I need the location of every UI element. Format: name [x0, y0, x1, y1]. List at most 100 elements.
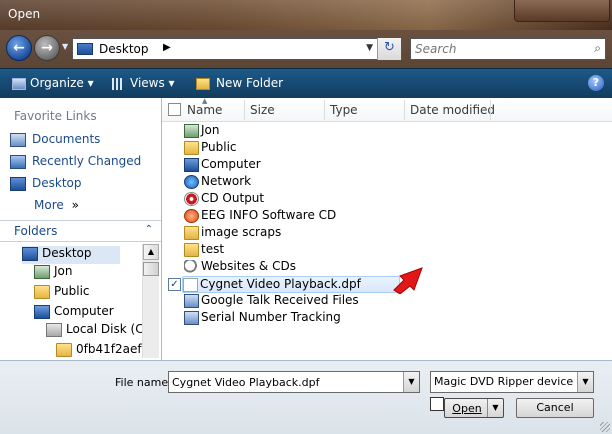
command-toolbar: Organize ▾ Views ▾ New Folder ? — [0, 68, 612, 98]
file-name: test — [201, 242, 225, 256]
file-row-network[interactable]: Network — [184, 174, 251, 191]
cancel-button[interactable]: Cancel — [516, 398, 594, 418]
views-icon — [112, 77, 124, 90]
favorite-desktop[interactable]: Desktop — [10, 176, 82, 194]
folders-title: Folders — [14, 224, 58, 238]
file-row-test[interactable]: test — [184, 242, 224, 259]
file-row-cygnet-video-playback[interactable]: Cygnet Video Playback.dpf — [182, 276, 400, 293]
desktop-icon — [10, 176, 26, 191]
address-dropdown-icon[interactable]: ▼ — [366, 43, 373, 53]
file-row-image-scraps[interactable]: image scraps — [184, 225, 281, 242]
file-name-input[interactable] — [169, 372, 399, 392]
file-name: CD Output — [201, 191, 265, 205]
file-row-google-talk[interactable]: Google Talk Received Files — [184, 293, 359, 310]
folders-scrollbar[interactable]: ▲ — [142, 244, 159, 358]
tree-item-computer[interactable]: Computer — [34, 304, 114, 322]
folder-icon — [184, 225, 199, 240]
tree-item-desktop[interactable]: Desktop — [22, 246, 120, 264]
breadcrumb-desktop[interactable]: Desktop — [99, 42, 149, 56]
file-name: Websites & CDs — [201, 259, 296, 273]
tree-label: 0fb41f2aef59 — [76, 342, 142, 356]
computer-icon — [184, 157, 199, 172]
file-name: Serial Number Tracking — [201, 310, 341, 324]
title-bar: Open — [0, 0, 612, 30]
file-name-label: File name: — [115, 376, 172, 389]
address-bar-row: ← → ▼ Desktop ▶ ▼ ↻ ⌕ — [0, 30, 612, 68]
file-list-pane: ▲ Name Size Type Date modified Jon Publi… — [162, 97, 612, 360]
tree-item-local-disk[interactable]: Local Disk (C:) — [46, 322, 152, 340]
favorite-recently-changed[interactable]: Recently Changed — [10, 154, 141, 172]
new-folder-icon — [196, 77, 210, 90]
file-row-cd-output[interactable]: CD Output — [184, 191, 264, 208]
tree-label: Desktop — [42, 246, 92, 260]
file-row-computer[interactable]: Computer — [184, 157, 261, 174]
search-folder-icon — [184, 259, 199, 274]
tree-item-folder[interactable]: 0fb41f2aef59 — [56, 342, 142, 360]
user-icon — [34, 264, 50, 279]
search-box[interactable]: ⌕ — [410, 38, 606, 60]
open-button[interactable]: Open ▼ — [444, 398, 504, 418]
breadcrumb-chevron-icon[interactable]: ▶ — [163, 42, 171, 53]
favorite-label: Recently Changed — [32, 154, 142, 168]
column-divider[interactable] — [404, 100, 405, 120]
views-menu[interactable]: Views ▾ — [112, 76, 175, 90]
column-name[interactable]: Name — [187, 103, 222, 117]
organize-label: Organize ▾ — [30, 76, 94, 90]
tree-item-jon[interactable]: Jon — [34, 264, 73, 282]
user-icon — [184, 123, 199, 138]
eeg-icon — [184, 208, 199, 223]
file-name-combo[interactable]: ▼ — [168, 371, 420, 393]
column-divider[interactable] — [324, 100, 325, 120]
scroll-up-icon[interactable]: ▲ — [143, 244, 159, 260]
favorite-links-title: Favorite Links — [14, 109, 97, 123]
search-input[interactable] — [411, 39, 581, 59]
favorite-documents[interactable]: Documents — [10, 132, 100, 150]
resize-grip[interactable] — [600, 422, 610, 432]
tree-label: Public — [54, 284, 90, 298]
file-name: Jon — [201, 123, 220, 137]
desktop-icon — [22, 246, 38, 261]
row-checkbox[interactable]: ✓ — [168, 278, 181, 291]
scroll-thumb[interactable] — [143, 262, 159, 276]
file-row-eeg-info[interactable]: EEG INFO Software CD — [184, 208, 336, 225]
file-name-dropdown-icon[interactable]: ▼ — [403, 372, 419, 392]
collapse-chevron-icon[interactable]: ⌃ — [145, 224, 153, 235]
shortcut-icon — [184, 310, 199, 325]
window-controls[interactable] — [514, 0, 610, 22]
network-icon — [184, 174, 199, 189]
file-row-jon[interactable]: Jon — [184, 123, 220, 140]
file-name: Computer — [201, 157, 261, 171]
file-type-filter[interactable]: Magic DVD Ripper device pro ▼ — [430, 371, 594, 393]
help-icon[interactable]: ? — [588, 75, 604, 91]
search-icon[interactable]: ⌕ — [594, 41, 601, 56]
column-size[interactable]: Size — [250, 103, 275, 117]
recent-pages-dropdown[interactable]: ▼ — [62, 42, 68, 51]
column-type[interactable]: Type — [330, 103, 358, 117]
window-title: Open — [8, 7, 41, 21]
column-header: ▲ Name Size Type Date modified — [162, 97, 612, 122]
file-row-serial-number[interactable]: Serial Number Tracking — [184, 310, 341, 327]
address-bar[interactable]: Desktop ▶ ▼ ↻ — [72, 38, 402, 60]
file-name: Cygnet Video Playback.dpf — [200, 277, 361, 291]
open-dropdown-icon[interactable]: ▼ — [487, 399, 503, 417]
folders-header[interactable]: Folders ⌃ — [0, 220, 161, 242]
organize-menu[interactable]: Organize ▾ — [12, 76, 94, 90]
folder-icon — [184, 242, 199, 257]
file-name: Network — [201, 174, 252, 188]
new-folder-button[interactable]: New Folder — [196, 76, 283, 90]
column-date-modified[interactable]: Date modified — [410, 103, 495, 117]
file-type-dropdown-icon[interactable]: ▼ — [577, 372, 593, 392]
tree-item-public[interactable]: Public — [34, 284, 90, 302]
file-row-websites-cds[interactable]: Websites & CDs — [184, 259, 296, 276]
red-arrow-icon — [393, 267, 423, 294]
back-button[interactable]: ← — [6, 35, 32, 61]
tree-label: Local Disk (C:) — [66, 322, 153, 336]
file-row-public[interactable]: Public — [184, 140, 237, 157]
column-divider[interactable] — [490, 100, 491, 120]
select-all-checkbox[interactable] — [168, 103, 181, 116]
computer-icon — [34, 304, 50, 319]
forward-button[interactable]: → — [34, 35, 60, 61]
column-divider[interactable] — [244, 100, 245, 120]
favorite-more[interactable]: More » — [34, 198, 79, 216]
refresh-button[interactable]: ↻ — [377, 38, 401, 60]
